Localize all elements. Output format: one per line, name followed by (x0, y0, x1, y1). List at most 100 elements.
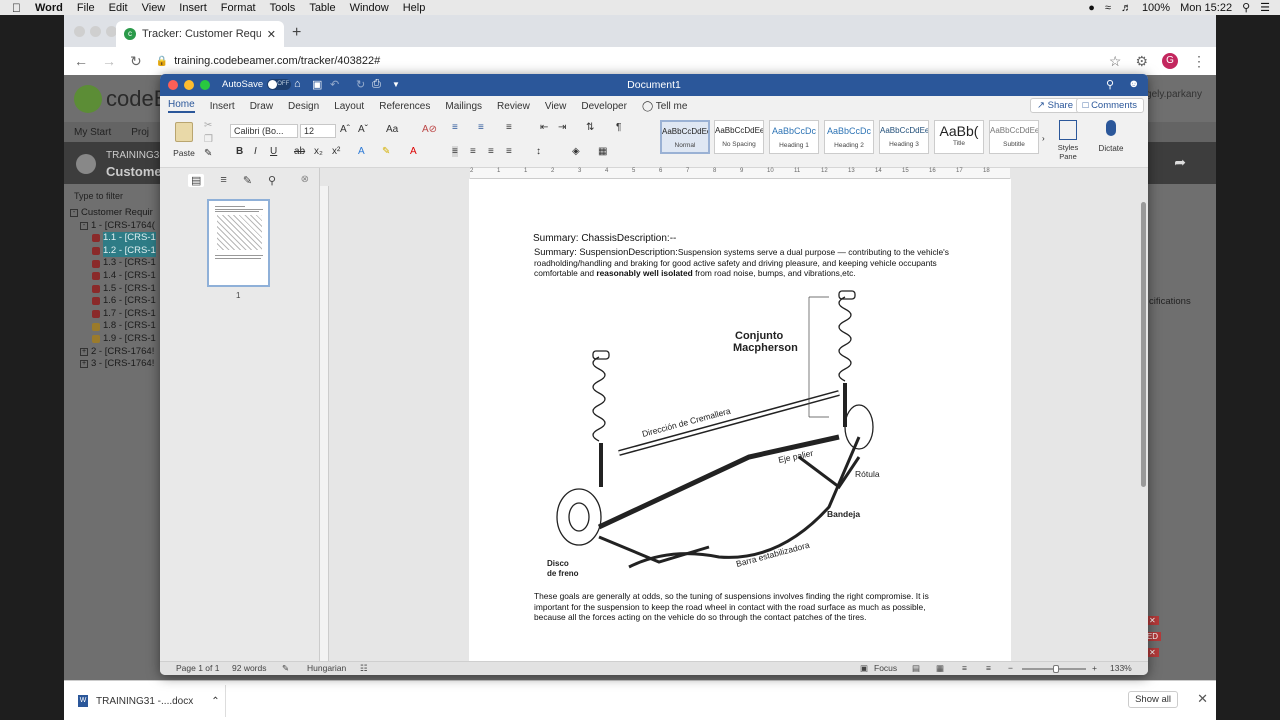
superscript-icon[interactable]: x² (332, 146, 340, 157)
tree-row[interactable]: 1.4 - [CRS-1 (70, 270, 156, 283)
menu-help[interactable]: Help (403, 2, 426, 14)
print-layout-icon[interactable]: ▤ (912, 663, 920, 674)
tab-design[interactable]: Design (288, 101, 319, 112)
dictate-button[interactable]: Dictate (1096, 120, 1126, 153)
clear-formatting-icon[interactable]: A⊘ (422, 124, 437, 135)
search-icon[interactable]: ⚲ (1242, 1, 1250, 14)
style-title[interactable]: AaBb(Title (934, 120, 984, 154)
menu-format[interactable]: Format (221, 2, 256, 14)
search-icon[interactable]: ⚲ (268, 174, 276, 187)
download-item[interactable]: W TRAINING31 -....docx ⌃ (70, 685, 226, 717)
font-name-field[interactable]: Calibri (Bo... (230, 124, 298, 138)
decrease-indent-icon[interactable]: ⇤ (540, 122, 548, 133)
tree-row[interactable]: 1.3 - [CRS-1 (70, 257, 156, 270)
tab-references[interactable]: References (379, 101, 430, 112)
close-tab-icon[interactable]: ✕ (267, 28, 276, 41)
accessibility-icon[interactable]: ☷ (360, 663, 368, 674)
url-field[interactable]: training.codebeamer.com/tracker/403822# (174, 55, 380, 67)
show-all-button[interactable]: Show all (1128, 691, 1178, 708)
grow-font-icon[interactable]: Aˆ (340, 124, 350, 135)
control-center-icon[interactable]: ☰ (1260, 1, 1270, 14)
codebeamer-logo[interactable]: codeB (74, 85, 168, 113)
thumbnails-icon[interactable]: ▤ (188, 174, 205, 187)
menu-window[interactable]: Window (350, 2, 389, 14)
browser-menu-icon[interactable]: ⋮ (1192, 53, 1206, 70)
bold-icon[interactable]: B (236, 146, 243, 157)
draft-view-icon[interactable]: ≡ (986, 663, 991, 673)
tree-row[interactable]: 1.2 - [CRS-1 (70, 244, 156, 258)
tree-row[interactable]: 1.5 - [CRS-1 (70, 283, 156, 296)
chevron-up-icon[interactable]: ⌃ (211, 696, 219, 707)
reload-icon[interactable]: ↻ (130, 53, 142, 70)
tab-insert[interactable]: Insert (210, 101, 235, 112)
menu-view[interactable]: View (142, 2, 166, 14)
tree-row[interactable]: +2 - [CRS-1764! (70, 346, 156, 359)
text-effects-icon[interactable]: A (358, 146, 365, 157)
cb-nav-my-start[interactable]: My Start (74, 127, 111, 138)
tab-view[interactable]: View (545, 101, 567, 112)
web-layout-icon[interactable]: ▦ (936, 663, 944, 674)
search-icon[interactable]: ⚲ (1106, 78, 1114, 91)
style-heading-2[interactable]: AaBbCcDc Heading 2 (824, 120, 874, 154)
style-normal[interactable]: AaBbCcDdEe Normal (660, 120, 710, 154)
collapse-icon[interactable]: - (80, 221, 88, 230)
proofing-icon[interactable]: ✎ (282, 663, 289, 674)
tab-draw[interactable]: Draw (250, 101, 273, 112)
cut-icon[interactable]: ✂ (204, 120, 212, 131)
zoom-slider-knob[interactable] (1053, 665, 1059, 673)
paste-button[interactable]: Paste (172, 122, 196, 158)
bullets-icon[interactable]: ≡ (452, 122, 458, 133)
tell-me-field[interactable]: ◯ Tell me (642, 101, 688, 112)
outline-icon[interactable]: ≡ (220, 174, 226, 187)
style-subtitle[interactable]: AaBbCcDdEe Subtitle (989, 120, 1039, 154)
tree-row[interactable]: 1.6 - [CRS-1 (70, 295, 156, 308)
extensions-icon[interactable]: ⚙ (1135, 53, 1148, 70)
menu-app-word[interactable]: Word (35, 2, 63, 14)
vertical-scrollbar[interactable] (1141, 202, 1146, 487)
styles-more-icon[interactable]: › (1042, 134, 1045, 143)
shrink-font-icon[interactable]: Aˇ (358, 124, 368, 135)
new-tab-button[interactable]: + (292, 24, 301, 42)
cb-tree-filter[interactable]: Type to filter (74, 191, 123, 201)
cb-nav-projects[interactable]: Proj (131, 127, 149, 138)
tree-row[interactable]: +3 - [CRS-1764! (70, 358, 156, 371)
tab-review[interactable]: Review (497, 101, 530, 112)
apple-icon[interactable]:  (12, 1, 21, 15)
menu-tools[interactable]: Tools (270, 2, 296, 14)
zoom-level[interactable]: 133% (1110, 663, 1132, 673)
collapse-icon[interactable]: - (70, 209, 78, 218)
align-left-icon[interactable]: ≡ (452, 146, 458, 157)
tab-home[interactable]: Home (168, 99, 195, 113)
volume-icon[interactable]: ♬ (1121, 2, 1132, 14)
show-formatting-icon[interactable]: ¶ (616, 122, 621, 133)
numbering-icon[interactable]: ≡ (478, 122, 484, 133)
focus-icon[interactable]: ▣ (860, 663, 868, 674)
borders-icon[interactable]: ▦ (598, 146, 607, 157)
page-count[interactable]: Page 1 of 1 (176, 663, 219, 673)
highlight-icon[interactable]: ✎ (382, 146, 390, 157)
clock[interactable]: Mon 15:22 (1180, 2, 1232, 14)
language[interactable]: Hungarian (307, 663, 346, 673)
tree-row[interactable]: 1.8 - [CRS-1 (70, 320, 156, 333)
justify-icon[interactable]: ≡ (506, 146, 512, 157)
zoom-in-icon[interactable]: + (1092, 663, 1097, 673)
increase-indent-icon[interactable]: ⇥ (558, 122, 566, 133)
tab-developer[interactable]: Developer (581, 101, 627, 112)
shading-icon[interactable]: ◈ (572, 146, 580, 157)
tab-mailings[interactable]: Mailings (445, 101, 482, 112)
profile-avatar[interactable]: G (1162, 53, 1178, 69)
strikethrough-icon[interactable]: ab (294, 146, 305, 157)
expand-icon[interactable]: + (80, 360, 88, 369)
changes-icon[interactable]: ✎ (243, 174, 252, 187)
forward-icon[interactable]: → (102, 53, 116, 69)
menu-edit[interactable]: Edit (109, 2, 128, 14)
menu-file[interactable]: File (77, 2, 95, 14)
tree-row[interactable]: 1.1 - [CRS-1 (70, 232, 156, 245)
tree-row[interactable]: -1 - [CRS-1764( (70, 220, 156, 233)
align-right-icon[interactable]: ≡ (488, 146, 494, 157)
zoom-out-icon[interactable]: − (1008, 663, 1013, 673)
menu-insert[interactable]: Insert (179, 2, 207, 14)
style-heading-3[interactable]: AaBbCcDdEe Heading 3 (879, 120, 929, 154)
format-painter-icon[interactable]: ✎ (204, 148, 212, 159)
bookmark-star-icon[interactable]: ☆ (1109, 53, 1122, 70)
